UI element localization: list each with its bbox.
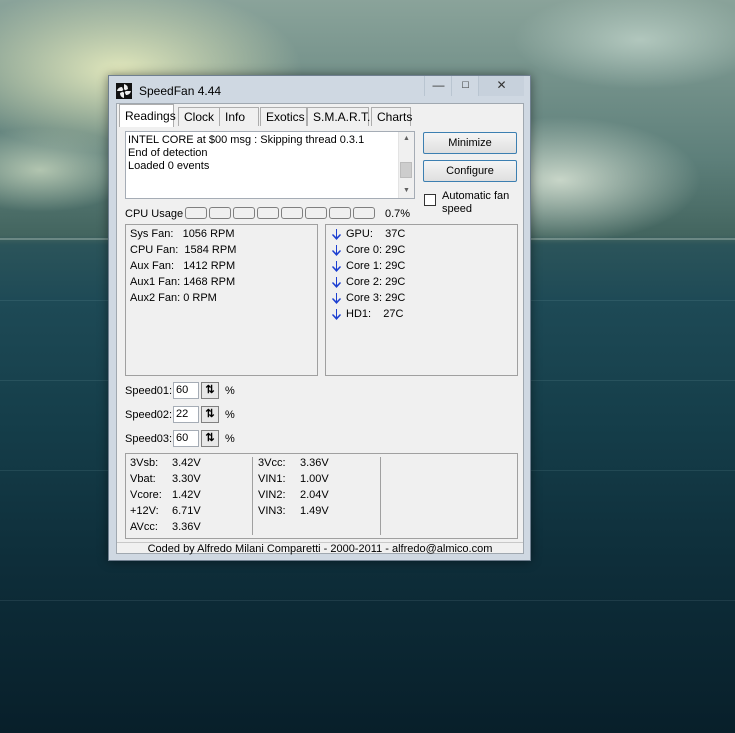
speed01-unit: % bbox=[225, 385, 235, 397]
voltage-value: 1.00V bbox=[300, 473, 329, 485]
voltage-name: Vbat: bbox=[130, 473, 156, 485]
minimize-window-button[interactable]: — bbox=[424, 76, 452, 96]
scroll-thumb[interactable] bbox=[400, 162, 412, 178]
tab-smart[interactable]: S.M.A.R.T. bbox=[307, 107, 370, 126]
voltage-value: 3.30V bbox=[172, 473, 201, 485]
voltage-value: 2.04V bbox=[300, 489, 329, 501]
tab-info[interactable]: Info bbox=[219, 107, 259, 126]
fan-reading: Sys Fan: 1056 RPM bbox=[130, 228, 235, 240]
log-line: End of detection bbox=[128, 147, 208, 159]
temperature-reading: GPU: 37C bbox=[346, 228, 406, 240]
speed01-label: Speed01: bbox=[125, 385, 173, 397]
temperature-reading: Core 1: 29C bbox=[346, 260, 406, 272]
voltage-name: VIN2: bbox=[258, 489, 286, 501]
configure-button[interactable]: Configure bbox=[423, 160, 517, 182]
automatic-fan-speed-label: Automatic fan speed bbox=[442, 190, 510, 215]
speed03-label: Speed03: bbox=[125, 433, 173, 445]
voltage-value: 1.42V bbox=[172, 489, 201, 501]
voltage-value: 1.49V bbox=[300, 505, 329, 517]
cpu-usage-value: 0.7% bbox=[385, 208, 411, 220]
automatic-fan-speed-checkbox[interactable] bbox=[424, 194, 436, 206]
close-icon: ✕ bbox=[496, 78, 507, 92]
temperatures-panel: GPU: 37C Core 0: 29C Core 1: 29C Core 2:… bbox=[325, 224, 518, 376]
cpu-core-meter bbox=[305, 207, 327, 219]
log-scrollbar[interactable]: ▲ ▼ bbox=[398, 132, 414, 198]
voltage-name: 3Vsb: bbox=[130, 457, 159, 469]
fan-reading: CPU Fan: 1584 RPM bbox=[130, 244, 237, 256]
speed01-input[interactable]: 60 bbox=[173, 382, 199, 399]
scroll-down-icon[interactable]: ▼ bbox=[403, 187, 410, 194]
cpu-core-meter bbox=[281, 207, 303, 219]
readings-page: INTEL CORE at $00 msg : Skipping thread … bbox=[117, 125, 523, 555]
temperature-reading: Core 2: 29C bbox=[346, 276, 406, 288]
voltage-value: 3.42V bbox=[172, 457, 201, 469]
tab-clock[interactable]: Clock bbox=[178, 107, 220, 126]
voltage-value: 6.71V bbox=[172, 505, 201, 517]
close-window-button[interactable]: ✕ bbox=[478, 76, 524, 96]
fan-reading: Aux Fan: 1412 RPM bbox=[130, 260, 236, 272]
tab-readings[interactable]: Readings bbox=[119, 104, 176, 127]
speed01-spinner[interactable]: ⇅ bbox=[201, 382, 219, 399]
cpu-core-meter bbox=[353, 207, 375, 219]
voltages-panel: 3Vsb: 3.42V Vbat: 3.30V Vcore: 1.42V +12… bbox=[125, 453, 518, 539]
sea-wave bbox=[0, 600, 735, 601]
cpu-core-meter bbox=[257, 207, 279, 219]
speed02-spinner[interactable]: ⇅ bbox=[201, 406, 219, 423]
log-line: INTEL CORE at $00 msg : Skipping thread … bbox=[128, 134, 365, 146]
arrow-down-icon bbox=[332, 309, 341, 320]
speed02-input[interactable]: 22 bbox=[173, 406, 199, 423]
cpu-core-meter bbox=[329, 207, 351, 219]
tab-exotics[interactable]: Exotics bbox=[260, 107, 307, 126]
speed03-spinner[interactable]: ⇅ bbox=[201, 430, 219, 447]
voltage-value: 3.36V bbox=[172, 521, 201, 533]
minimize-button[interactable]: Minimize bbox=[423, 132, 517, 154]
speedfan-window: SpeedFan 4.44 — ☐ ✕ Readings Clock Info … bbox=[108, 75, 531, 561]
tab-charts[interactable]: Charts bbox=[371, 107, 412, 126]
temperature-reading: Core 3: 29C bbox=[346, 292, 406, 304]
cpu-usage-label: CPU Usage bbox=[125, 208, 184, 220]
minimize-icon: — bbox=[432, 78, 445, 92]
cpu-core-meter bbox=[209, 207, 231, 219]
fans-panel: Sys Fan: 1056 RPM CPU Fan: 1584 RPM Aux … bbox=[125, 224, 318, 376]
scroll-up-icon[interactable]: ▲ bbox=[403, 135, 410, 142]
event-log[interactable]: INTEL CORE at $00 msg : Skipping thread … bbox=[125, 131, 415, 199]
arrow-down-icon bbox=[332, 277, 341, 288]
cpu-core-meter bbox=[233, 207, 255, 219]
title-bar[interactable]: SpeedFan 4.44 — ☐ ✕ bbox=[109, 76, 530, 103]
speed03-input[interactable]: 60 bbox=[173, 430, 199, 447]
voltage-name: VIN3: bbox=[258, 505, 286, 517]
temperature-reading: HD1: 27C bbox=[346, 308, 404, 320]
voltage-name: Vcore: bbox=[130, 489, 162, 501]
speed02-label: Speed02: bbox=[125, 409, 173, 421]
arrow-down-icon bbox=[332, 245, 341, 256]
voltage-name: VIN1: bbox=[258, 473, 286, 485]
log-line: Loaded 0 events bbox=[128, 160, 210, 172]
column-divider bbox=[380, 457, 381, 535]
column-divider bbox=[252, 457, 253, 535]
maximize-icon: ☐ bbox=[461, 80, 470, 90]
temperature-reading: Core 0: 29C bbox=[346, 244, 406, 256]
maximize-window-button[interactable]: ☐ bbox=[451, 76, 479, 96]
arrow-down-icon bbox=[332, 293, 341, 304]
arrow-down-icon bbox=[332, 261, 341, 272]
speed02-unit: % bbox=[225, 409, 235, 421]
voltage-value: 3.36V bbox=[300, 457, 329, 469]
fan-reading: Aux1 Fan: 1468 RPM bbox=[130, 276, 236, 288]
fan-reading: Aux2 Fan: 0 RPM bbox=[130, 292, 217, 304]
speed03-unit: % bbox=[225, 433, 235, 445]
fan-app-icon bbox=[116, 83, 132, 99]
client-area: Readings Clock Info Exotics S.M.A.R.T. C… bbox=[116, 103, 524, 555]
voltage-name: AVcc: bbox=[130, 521, 158, 533]
footer-credits: Coded by Alfredo Milani Comparetti - 200… bbox=[117, 542, 523, 556]
voltage-name: +12V: bbox=[130, 505, 159, 517]
voltage-name: 3Vcc: bbox=[258, 457, 286, 469]
cpu-core-meter bbox=[185, 207, 207, 219]
window-title: SpeedFan 4.44 bbox=[139, 84, 222, 98]
arrow-down-icon bbox=[332, 229, 341, 240]
